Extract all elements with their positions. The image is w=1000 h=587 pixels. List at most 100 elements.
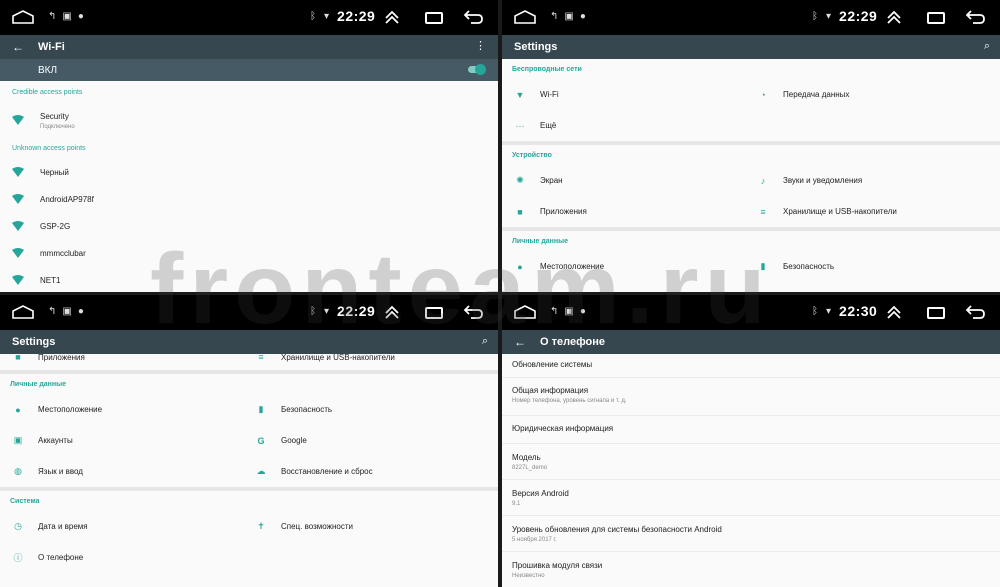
backup-setting[interactable]: ☁ Восстановление и сброс (253, 466, 373, 477)
list-item[interactable]: Security Подключено (0, 103, 498, 137)
about-item-security-patch: Уровень обновления для системы безопасно… (502, 516, 1000, 552)
home-icon[interactable] (514, 305, 536, 319)
storage-setting[interactable]: ≡ Хранилище и USB-накопители (253, 352, 394, 362)
recent-apps-icon[interactable] (927, 12, 945, 24)
settings-row: ● Местоположение ▮ Безопасность (0, 394, 498, 425)
search-icon[interactable]: ⌕ (482, 335, 488, 348)
back-arrow-icon[interactable]: ← (12, 40, 24, 54)
wifi-icon (12, 221, 24, 231)
settings-row: ◍ Язык и ввод ☁ Восстановление и сброс (0, 456, 498, 487)
setting-label: Звуки и уведомления (783, 176, 863, 185)
about-item-title: Версия Android (512, 489, 569, 498)
chevron-up-icon[interactable] (384, 305, 400, 319)
list-item[interactable]: GSP-2G (0, 213, 498, 240)
media-icon: ▣ (62, 11, 72, 22)
recent-apps-icon[interactable] (425, 307, 443, 319)
apps-setting[interactable]: ■ Приложения (10, 352, 85, 362)
return-icon: ↰ (550, 11, 559, 22)
sounds-setting[interactable]: ♪ Звуки и уведомления (755, 176, 862, 186)
about-phone-panel: ↰ ▣ ● ᛒ ▾ 22:30 ← О телефоне Обновление си… (502, 295, 1000, 587)
wifi-icon (12, 194, 24, 204)
home-icon[interactable] (514, 10, 536, 24)
category-system: Система (10, 498, 40, 505)
home-icon[interactable] (12, 305, 34, 319)
overflow-menu-icon[interactable]: ⋮ (475, 39, 486, 52)
setting-label: Ещё (540, 121, 557, 130)
notification-icons: ↰ ▣ ● (550, 11, 586, 22)
settings-row: ▼ Wi-Fi ◔ Передача данных (502, 79, 1000, 110)
page-title: Settings (12, 336, 56, 348)
data-usage-setting[interactable]: ◔ Передача данных (755, 90, 849, 100)
apps-setting[interactable]: ■ Приложения (512, 207, 587, 217)
settings-row: ✺ Экран ♪ Звуки и уведомления (502, 165, 1000, 196)
storage-setting[interactable]: ≡ Хранилище и USB-накопители (755, 207, 896, 217)
wifi-setting[interactable]: ▼ Wi-Fi (512, 90, 559, 100)
chevron-up-icon[interactable] (384, 10, 400, 24)
datetime-setting[interactable]: ◷ Дата и время (10, 521, 88, 532)
accessibility-setting[interactable]: ✝ Спец. возможности (253, 521, 353, 532)
back-nav-icon[interactable] (463, 304, 483, 320)
setting-label: Местоположение (540, 262, 605, 271)
location-setting[interactable]: ● Местоположение (512, 262, 604, 272)
security-setting[interactable]: ▮ Безопасность (253, 404, 333, 415)
about-item-general[interactable]: Общая информация Номер телефона, уровень… (502, 378, 1000, 416)
about-item-update[interactable]: Обновление системы (502, 354, 1000, 378)
chevron-up-icon[interactable] (886, 305, 902, 319)
security-setting[interactable]: ▮ Безопасность (755, 261, 835, 272)
back-nav-icon[interactable] (463, 9, 483, 25)
google-setting[interactable]: G Google (253, 436, 306, 446)
recent-apps-icon[interactable] (927, 307, 945, 319)
location-pin-icon: ● (517, 261, 523, 272)
settings-row: ⓘ О телефоне (0, 542, 498, 573)
brightness-icon: ✺ (516, 175, 524, 185)
category-personal: Личные данные (10, 381, 66, 388)
category-personal: Личные данные (512, 238, 568, 245)
more-setting[interactable]: ··· Ещё (512, 121, 557, 131)
android-icon: ■ (15, 352, 21, 362)
network-name: Security (40, 112, 69, 121)
settings-row: ▣ Аккаунты G Google (0, 425, 498, 456)
list-item[interactable]: Черный (0, 159, 498, 186)
back-arrow-icon[interactable]: ← (514, 335, 526, 349)
language-setting[interactable]: ◍ Язык и ввод (10, 466, 83, 477)
display-setting[interactable]: ✺ Экран (512, 175, 562, 186)
wifi-status-icon: ▾ (324, 305, 330, 317)
status-bar: ↰ ▣ ● ᛒ ▾ 22:29 (502, 0, 1000, 35)
list-item[interactable]: AndroidAP978f (0, 186, 498, 213)
network-name: AndroidAP978f (40, 195, 94, 204)
wifi-switch[interactable] (468, 64, 486, 75)
back-nav-icon[interactable] (965, 9, 985, 25)
setting-label: Передача данных (783, 90, 850, 99)
list-item[interactable]: mmmcclubar (0, 240, 498, 267)
location-icon: ● (77, 11, 84, 22)
wifi-toggle-bar[interactable]: ВКЛ (0, 59, 498, 81)
search-icon[interactable]: ⌕ (984, 40, 990, 53)
setting-label: Дата и время (38, 522, 88, 531)
about-setting[interactable]: ⓘ О телефоне (10, 551, 83, 564)
wifi-icon (12, 275, 24, 285)
location-setting[interactable]: ● Местоположение (10, 405, 102, 415)
about-item-baseband: Прошивка модуля связи Неизвестно (502, 552, 1000, 587)
notification-icons: ↰ ▣ ● (550, 306, 586, 317)
network-name: Черный (40, 168, 69, 177)
account-icon: ▣ (13, 435, 23, 445)
chevron-up-icon[interactable] (886, 10, 902, 24)
location-icon: ● (77, 306, 84, 317)
about-item-subtitle: 8227L_demo (512, 465, 548, 471)
clock: 22:29 (337, 303, 376, 319)
page-title: Wi-Fi (38, 41, 65, 53)
about-item-legal[interactable]: Юридическая информация (502, 416, 1000, 444)
settings-panel-top: ↰ ▣ ● ᛒ ▾ 22:29 Settings ⌕ Беспроводные се… (502, 0, 1000, 292)
recent-apps-icon[interactable] (425, 12, 443, 24)
bluetooth-icon: ᛒ (310, 10, 316, 22)
about-item-title: Модель (512, 453, 541, 462)
accounts-setting[interactable]: ▣ Аккаунты (10, 435, 73, 446)
toggle-label: ВКЛ (38, 64, 58, 76)
media-icon: ▣ (564, 11, 574, 22)
home-icon[interactable] (12, 10, 34, 24)
back-nav-icon[interactable] (965, 304, 985, 320)
about-item-android-version[interactable]: Версия Android 9.1 (502, 480, 1000, 516)
settings-row: ◷ Дата и время ✝ Спец. возможности (0, 511, 498, 542)
list-item[interactable]: NET1 (0, 267, 498, 292)
setting-label: Местоположение (38, 405, 103, 414)
